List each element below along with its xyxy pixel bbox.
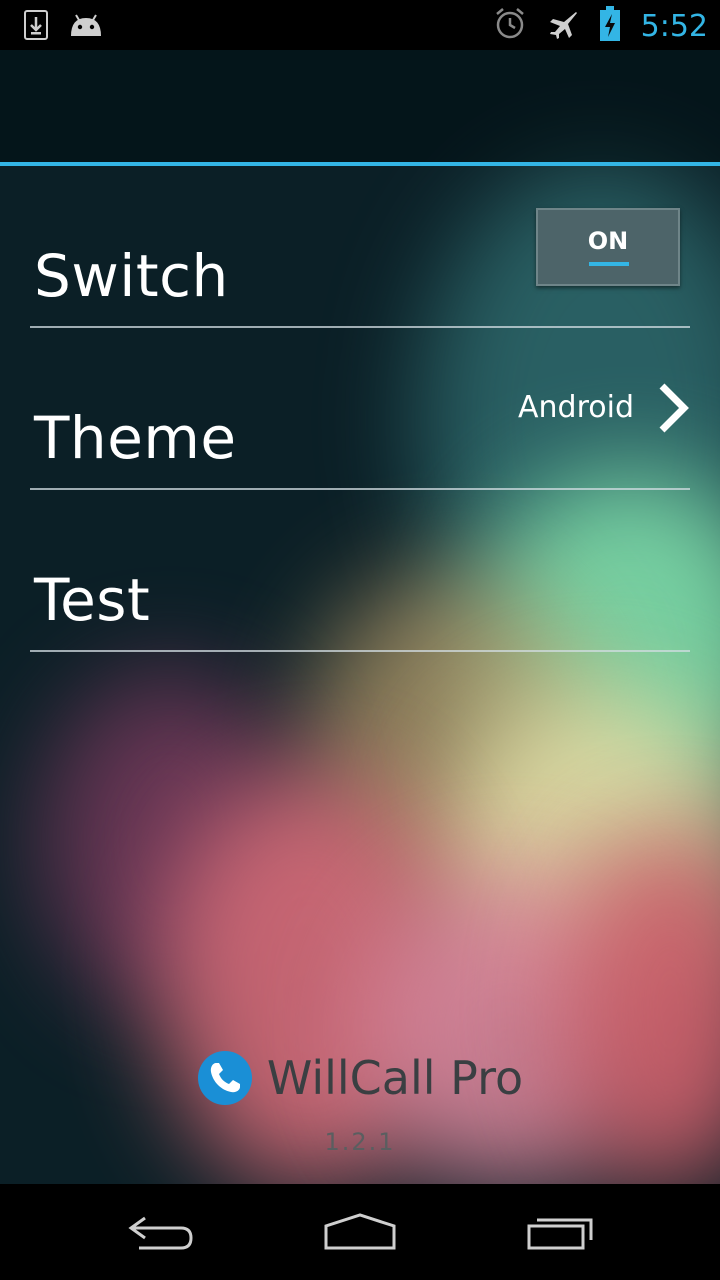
recent-apps-icon	[523, 1212, 597, 1256]
airplane-mode-icon	[547, 8, 579, 44]
app-version: 1.2.1	[324, 1128, 396, 1156]
back-button[interactable]	[120, 1212, 200, 1256]
alarm-icon	[493, 7, 527, 45]
switch-state-text: ON	[587, 227, 629, 255]
theme-value: Android	[518, 390, 634, 425]
app-content: Switch ON Theme Android Test WillCall Pr…	[0, 50, 720, 1184]
action-bar	[0, 50, 720, 162]
switch-label: Switch	[34, 242, 229, 310]
test-label: Test	[34, 566, 151, 634]
status-clock: 5:52	[640, 8, 708, 44]
home-icon	[322, 1212, 398, 1256]
download-icon	[24, 10, 48, 44]
app-name: WillCall Pro	[266, 1051, 524, 1105]
status-bar: 5:52	[0, 0, 720, 50]
android-icon	[68, 12, 104, 42]
switch-state-indicator	[589, 262, 629, 266]
recent-apps-button[interactable]	[520, 1212, 600, 1256]
theme-label: Theme	[34, 404, 237, 472]
chevron-right-icon	[656, 382, 690, 438]
phone-icon	[197, 1050, 253, 1106]
settings-row-theme[interactable]: Theme Android	[30, 328, 690, 490]
home-button[interactable]	[320, 1212, 400, 1256]
switch-toggle[interactable]: ON	[536, 208, 680, 286]
app-branding: WillCall Pro	[0, 1050, 720, 1106]
settings-row-test[interactable]: Test	[30, 490, 690, 652]
back-icon	[125, 1212, 195, 1256]
navigation-bar	[0, 1184, 720, 1280]
battery-charging-icon	[599, 6, 621, 46]
settings-row-switch[interactable]: Switch ON	[30, 166, 690, 328]
